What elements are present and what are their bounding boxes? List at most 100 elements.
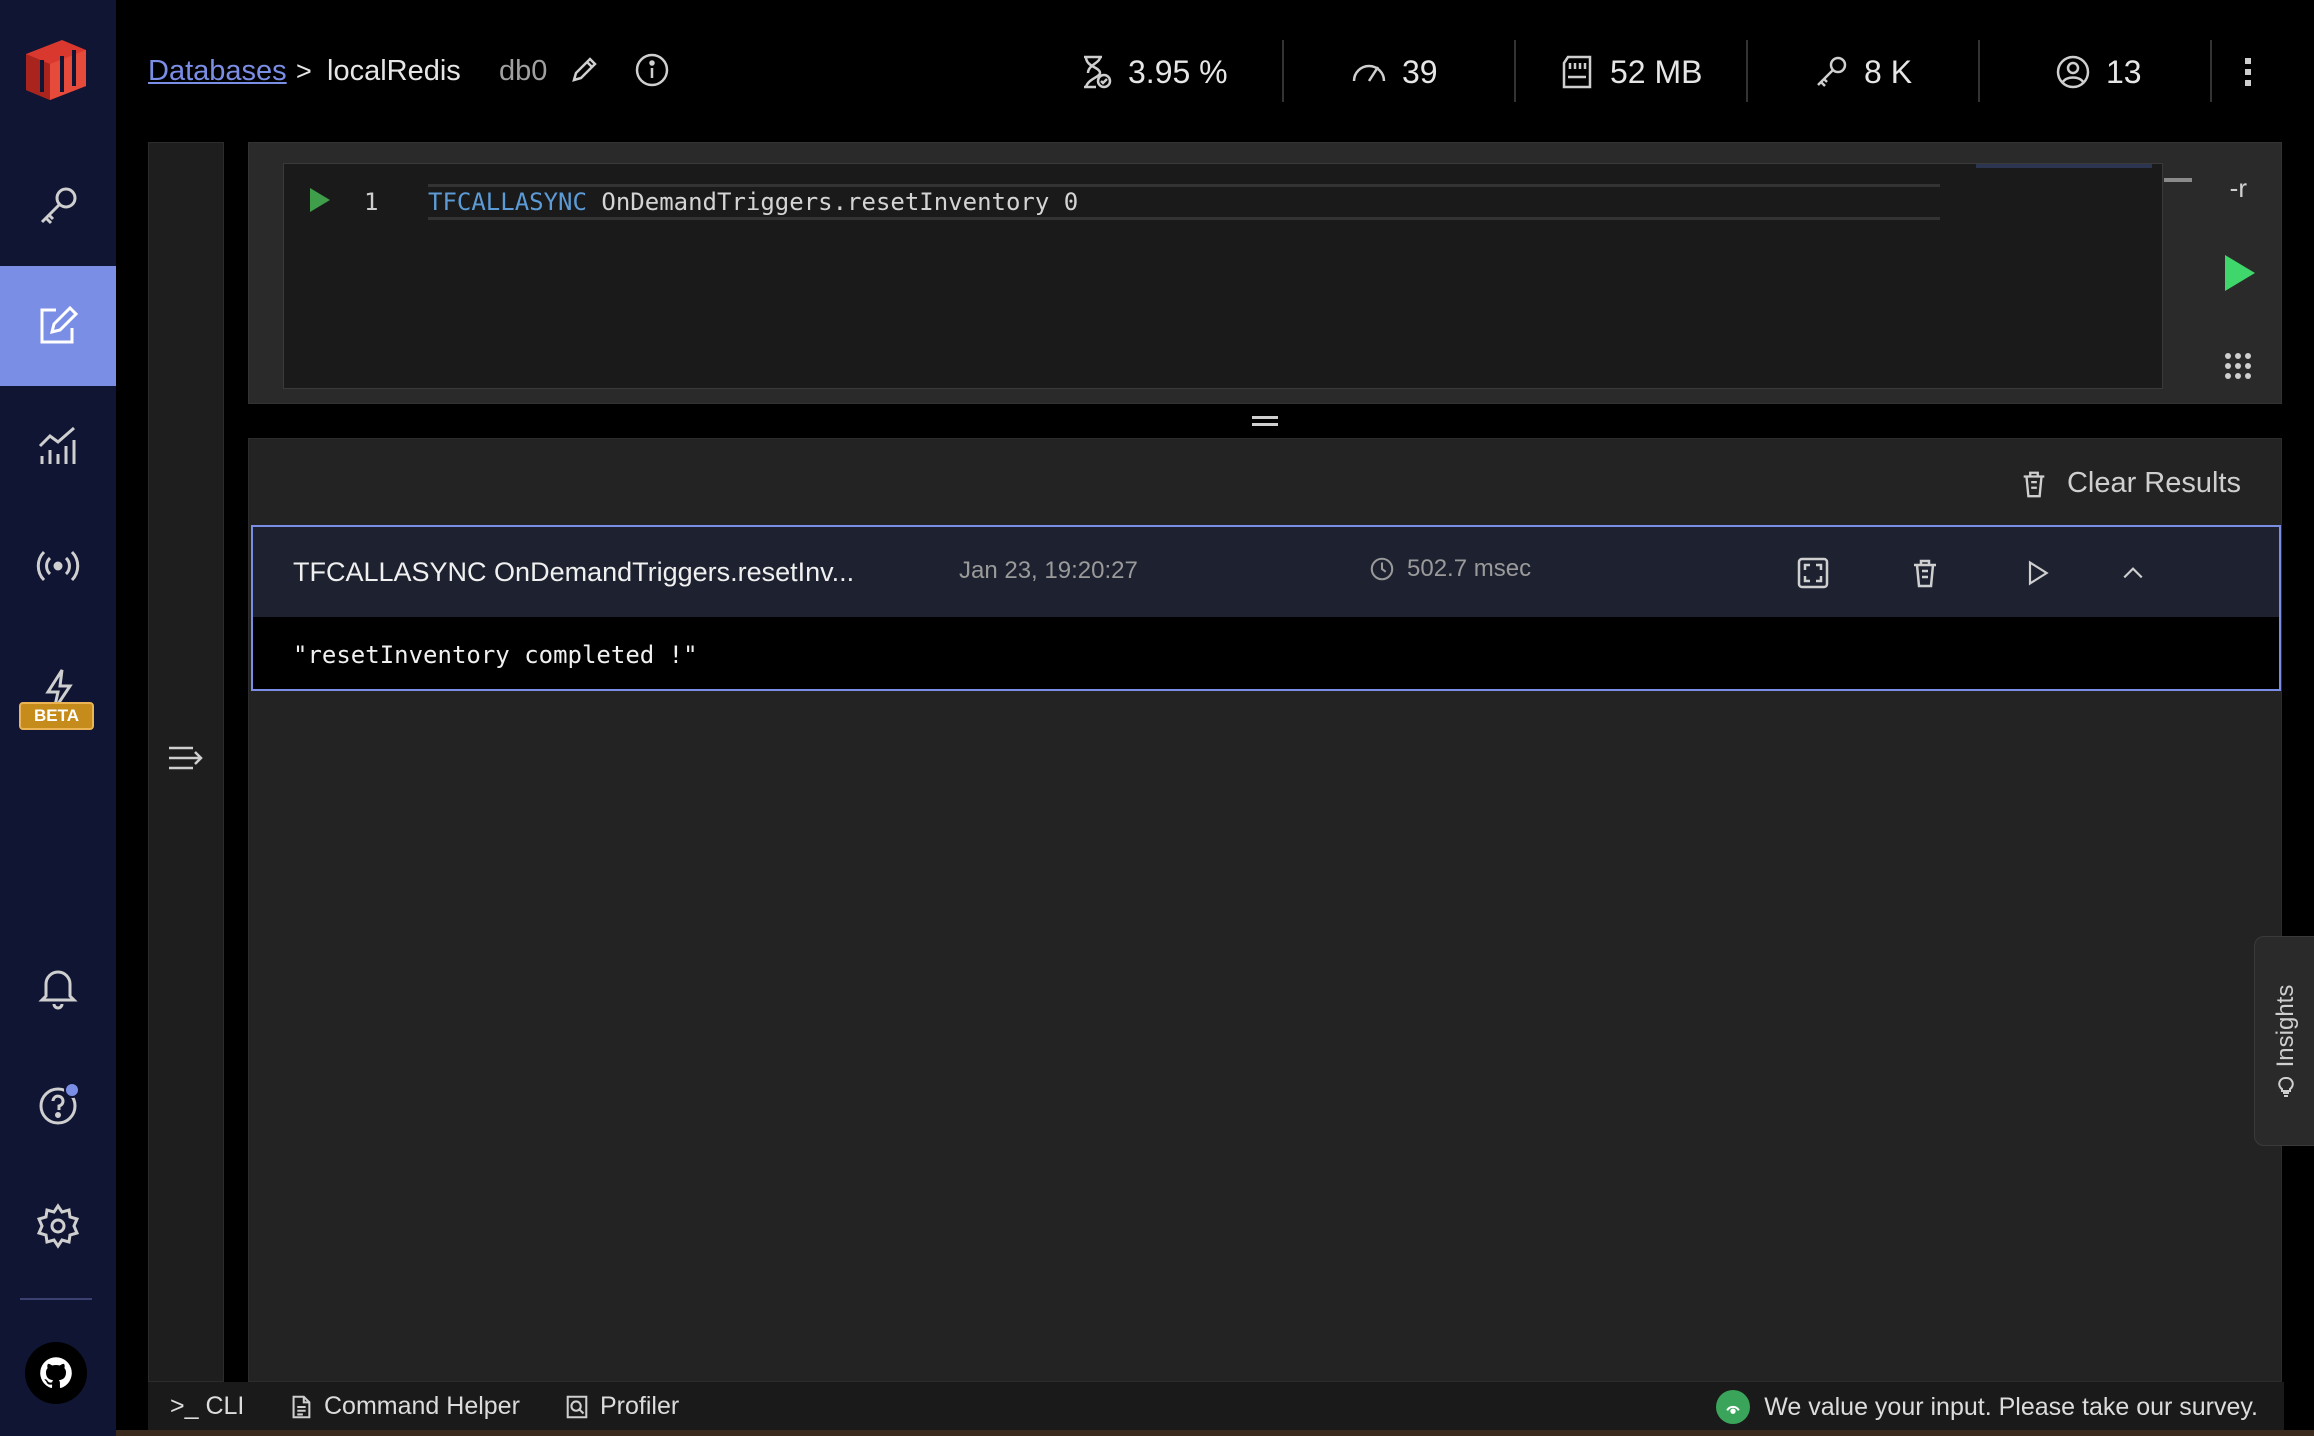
sidebar-item-pubsub[interactable] — [0, 506, 116, 626]
clear-results-button[interactable]: Clear Results — [2019, 467, 2241, 500]
sidebar-divider — [20, 1298, 92, 1300]
line-number: 1 — [364, 188, 379, 216]
sidebar-item-browser[interactable] — [0, 146, 116, 266]
stat-memory-value: 52 MB — [1610, 53, 1703, 90]
rerun-result-button[interactable] — [2017, 553, 2057, 593]
insights-tab[interactable]: Insights — [2254, 936, 2314, 1146]
fullscreen-result-button[interactable] — [1793, 553, 1833, 593]
sidebar: BETA — [0, 0, 116, 1436]
run-query-button[interactable] — [2225, 255, 2255, 291]
sidebar-item-help[interactable] — [0, 1046, 116, 1166]
survey-link[interactable]: We value your input. Please take our sur… — [1716, 1390, 2258, 1424]
github-button[interactable] — [25, 1342, 87, 1404]
clock-icon — [1370, 557, 1394, 581]
profiler-search-icon — [566, 1395, 588, 1418]
query-editor[interactable]: 1 TFCALLASYNC OnDemandTriggers.resetInve… — [283, 163, 2192, 389]
broadcast-icon — [36, 550, 80, 582]
stat-divider — [1282, 40, 1284, 102]
command-helper-label: Command Helper — [324, 1392, 520, 1420]
stat-divider — [1746, 40, 1748, 102]
raw-mode-toggle[interactable]: -r — [2230, 173, 2247, 204]
code-keyword: TFCALLASYNC — [428, 188, 587, 216]
trash-icon — [2023, 471, 2045, 497]
key-icon — [40, 187, 77, 225]
redis-logo-icon[interactable] — [18, 30, 94, 106]
key-icon — [1817, 56, 1847, 87]
result-timestamp: Jan 23, 19:20:27 — [959, 557, 1138, 584]
sidebar-item-workbench[interactable] — [0, 266, 116, 386]
expand-right-icon — [169, 746, 203, 770]
info-icon — [635, 53, 669, 87]
stat-keys-value: 8 K — [1864, 53, 1913, 90]
breadcrumb-databases-link[interactable]: Databases — [148, 55, 287, 88]
stat-divider — [1978, 40, 1980, 102]
edit-db-index-button[interactable] — [568, 54, 600, 91]
insights-tab-label: Insights — [2255, 937, 2314, 1147]
chevron-up-icon — [2123, 567, 2143, 579]
result-header[interactable]: TFCALLASYNC OnDemandTriggers.resetInv...… — [253, 527, 2279, 617]
top-header: Databases > localRedis db0 3.95 % 39 52 … — [116, 0, 2314, 144]
kebab-menu-icon — [2245, 58, 2251, 86]
chart-icon — [38, 426, 76, 464]
stat-divider — [2210, 40, 2212, 102]
expand-history-button[interactable] — [167, 743, 207, 778]
minimap-indicator — [2164, 178, 2192, 182]
survey-icon — [1716, 1390, 1751, 1424]
stat-clients: 13 — [2054, 48, 2142, 96]
speedometer-icon — [1352, 64, 1386, 82]
stat-clients-value: 13 — [2106, 53, 2142, 90]
play-icon — [2028, 560, 2049, 586]
results-panel: Clear Results TFCALLASYNC OnDemandTrigge… — [248, 438, 2282, 1382]
lightbulb-icon — [2278, 1077, 2294, 1098]
sidebar-item-notifications[interactable] — [0, 926, 116, 1046]
result-duration-value: 502.7 msec — [1407, 555, 1532, 582]
stat-ops-value: 39 — [1402, 53, 1438, 90]
profiler-button[interactable]: Profiler — [564, 1392, 679, 1421]
sidebar-item-settings[interactable] — [0, 1166, 116, 1286]
cli-button[interactable]: >_ CLI — [170, 1392, 244, 1421]
code-line[interactable]: TFCALLASYNC OnDemandTriggers.resetInvent… — [428, 184, 1940, 220]
stat-cpu-value: 3.95 % — [1128, 53, 1228, 90]
result-command: TFCALLASYNC OnDemandTriggers.resetInv... — [293, 557, 855, 587]
sidebar-item-analytics[interactable] — [0, 386, 116, 506]
window-bottom-edge — [116, 1430, 2314, 1436]
bottom-bar: >_ CLI Command Helper Profiler We value … — [148, 1382, 2284, 1430]
history-rail — [148, 142, 224, 1382]
result-card: TFCALLASYNC OnDemandTriggers.resetInv...… — [251, 525, 2281, 691]
clear-results-label: Clear Results — [2066, 467, 2241, 499]
collapse-result-button[interactable] — [2113, 553, 2153, 593]
breadcrumb-separator: > — [296, 56, 312, 86]
code-arguments: OnDemandTriggers.resetInventory 0 — [586, 188, 1079, 216]
delete-result-button[interactable] — [1905, 553, 1945, 593]
stat-cpu: 3.95 % — [1076, 48, 1228, 96]
stat-ops: 39 — [1350, 48, 1438, 96]
database-index: db0 — [499, 55, 548, 87]
trash-icon — [1914, 559, 1936, 588]
profiler-label: Profiler — [600, 1392, 680, 1420]
editor-scrollbar[interactable] — [1976, 164, 2152, 168]
pencil-icon — [572, 57, 597, 82]
result-duration: 502.7 msec — [1369, 555, 1531, 583]
stat-memory: 52 MB — [1558, 48, 1702, 96]
more-menu-button[interactable] — [2242, 54, 2254, 95]
edit-icon — [40, 305, 79, 344]
panel-resize-handle[interactable] — [1252, 416, 1278, 426]
result-output: "resetInventory completed !" — [293, 641, 698, 669]
github-icon — [40, 1357, 72, 1388]
gear-icon — [36, 1203, 80, 1249]
bell-icon — [38, 970, 78, 1010]
stat-keys: 8 K — [1812, 48, 1912, 96]
user-icon — [2056, 55, 2090, 89]
database-info-button[interactable] — [634, 52, 670, 93]
command-helper-button[interactable]: Command Helper — [288, 1392, 520, 1421]
insights-label-text: Insights — [2272, 984, 2299, 1068]
document-icon — [292, 1395, 311, 1418]
survey-text: We value your input. Please take our sur… — [1764, 1392, 2258, 1421]
memory-card-icon — [1562, 55, 1592, 89]
fullscreen-icon — [1797, 557, 1829, 589]
database-name: localRedis — [327, 55, 461, 87]
group-mode-button[interactable] — [2225, 353, 2251, 379]
run-line-button[interactable] — [310, 188, 330, 212]
stat-divider — [1514, 40, 1516, 102]
beta-badge: BETA — [19, 702, 94, 730]
